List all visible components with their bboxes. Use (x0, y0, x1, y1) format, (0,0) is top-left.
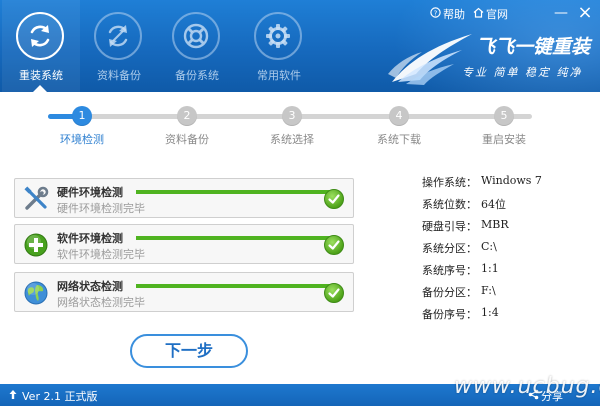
info-value: C:\ (481, 240, 497, 253)
info-key: 备份序号： (422, 308, 477, 321)
info-key: 硬盘引导： (422, 220, 477, 233)
check-status: 网络状态检测完毕 (57, 296, 145, 309)
nav-label: 重装系统 (19, 69, 63, 82)
brand-title: 飞飞一键重装 (476, 36, 591, 58)
step-5: 5 重启安装 (464, 106, 544, 150)
step-label: 资料备份 (165, 133, 209, 146)
close-button[interactable]: × (576, 4, 594, 22)
info-value: MBR (481, 218, 509, 231)
step-label: 系统下载 (377, 133, 421, 146)
progress-track (136, 190, 336, 194)
software-check-row: 软件环境检测 软件环境检测完毕 (14, 224, 354, 264)
minimize-button[interactable]: — (552, 4, 570, 22)
step-number: 5 (494, 106, 514, 126)
globe-icon (22, 279, 50, 307)
info-row-backup-partition: 备份分区： F:\ (422, 284, 592, 306)
nav-backup-system[interactable]: 备份系统 (158, 0, 236, 92)
refresh-icon (16, 12, 64, 60)
plus-icon (22, 231, 50, 259)
info-value: 1:4 (481, 306, 499, 319)
active-caret (33, 85, 47, 92)
progress-fill (136, 190, 336, 194)
info-row-os: 操作系统： Windows 7 (422, 174, 592, 196)
check-status: 软件环境检测完毕 (57, 248, 145, 261)
site-watermark: www.ucbug.cc (454, 374, 600, 399)
step-label: 重启安装 (482, 133, 526, 146)
step-2: 2 资料备份 (147, 106, 227, 150)
info-key: 系统序号： (422, 264, 477, 277)
nav-reinstall-system[interactable]: 重装系统 (2, 0, 80, 92)
version-info: Ver 2.1 正式版 (8, 388, 97, 404)
help-link[interactable]: ? 帮助 (430, 6, 465, 22)
nav-common-software[interactable]: 常用软件 (240, 0, 318, 92)
website-link[interactable]: 官网 (473, 6, 508, 22)
info-key: 备份分区： (422, 286, 477, 299)
info-row-system-index: 系统序号： 1:1 (422, 262, 592, 284)
nav-label: 资料备份 (97, 69, 141, 82)
help-icon: ? (430, 7, 441, 21)
tools-icon (22, 185, 50, 213)
progress-fill (136, 284, 336, 288)
hardware-check-row: 硬件环境检测 硬件环境检测完毕 (14, 178, 354, 218)
step-number: 3 (282, 106, 302, 126)
info-row-system-partition: 系统分区： C:\ (422, 240, 592, 262)
nav-label: 备份系统 (175, 69, 219, 82)
backup-sync-icon (94, 12, 142, 60)
next-step-button[interactable]: 下一步 (130, 334, 248, 368)
website-label: 官网 (486, 8, 508, 21)
check-title: 硬件环境检测 (57, 186, 123, 199)
step-progress: 1 环境检测 2 资料备份 3 系统选择 4 系统下载 5 重启安装 (0, 100, 600, 150)
lifebuoy-icon (172, 12, 220, 60)
gear-icon (254, 12, 302, 60)
info-key: 操作系统： (422, 176, 477, 189)
step-label: 系统选择 (270, 133, 314, 146)
check-ok-icon (324, 189, 344, 209)
info-value: 1:1 (481, 262, 499, 275)
svg-text:?: ? (434, 9, 438, 17)
step-number: 2 (177, 106, 197, 126)
check-title: 网络状态检测 (57, 280, 123, 293)
step-number: 4 (389, 106, 409, 126)
check-title: 软件环境检测 (57, 232, 123, 245)
brand-slogan: 专业 简单 稳定 纯净 (462, 66, 583, 79)
progress-track (136, 284, 336, 288)
info-value: F:\ (481, 284, 496, 297)
check-ok-icon (324, 235, 344, 255)
step-3: 3 系统选择 (252, 106, 332, 150)
system-info-panel: 操作系统： Windows 7 系统位数： 64位 硬盘引导： MBR 系统分区… (422, 174, 592, 328)
info-key: 系统位数： (422, 198, 477, 211)
top-links: ? 帮助 官网 (430, 6, 508, 22)
info-row-boot: 硬盘引导： MBR (422, 218, 592, 240)
progress-fill (136, 236, 336, 240)
home-icon (473, 7, 484, 21)
help-label: 帮助 (443, 8, 465, 21)
step-4: 4 系统下载 (359, 106, 439, 150)
step-1: 1 环境检测 (42, 106, 122, 150)
step-number: 1 (72, 106, 92, 126)
network-check-row: 网络状态检测 网络状态检测完毕 (14, 272, 354, 312)
check-ok-icon (324, 283, 344, 303)
version-label: Ver 2.1 正式版 (22, 390, 98, 403)
brand-logo: 飞飞一键重装 专业 简单 稳定 纯净 (388, 28, 598, 90)
nav-label: 常用软件 (257, 69, 301, 82)
info-row-backup-index: 备份序号： 1:4 (422, 306, 592, 328)
nav-data-backup[interactable]: 资料备份 (80, 0, 158, 92)
info-row-bits: 系统位数： 64位 (422, 196, 592, 218)
step-label: 环境检测 (60, 133, 104, 146)
info-value: Windows 7 (481, 174, 542, 187)
header-bar: 重装系统 资料备份 备份系统 常用软件 ? 帮助 官网 — × 飞飞一键重装 专… (0, 0, 600, 92)
progress-track (136, 236, 336, 240)
upload-arrow-icon (8, 389, 18, 403)
check-status: 硬件环境检测完毕 (57, 202, 145, 215)
info-value: 64位 (481, 198, 506, 211)
info-key: 系统分区： (422, 242, 477, 255)
